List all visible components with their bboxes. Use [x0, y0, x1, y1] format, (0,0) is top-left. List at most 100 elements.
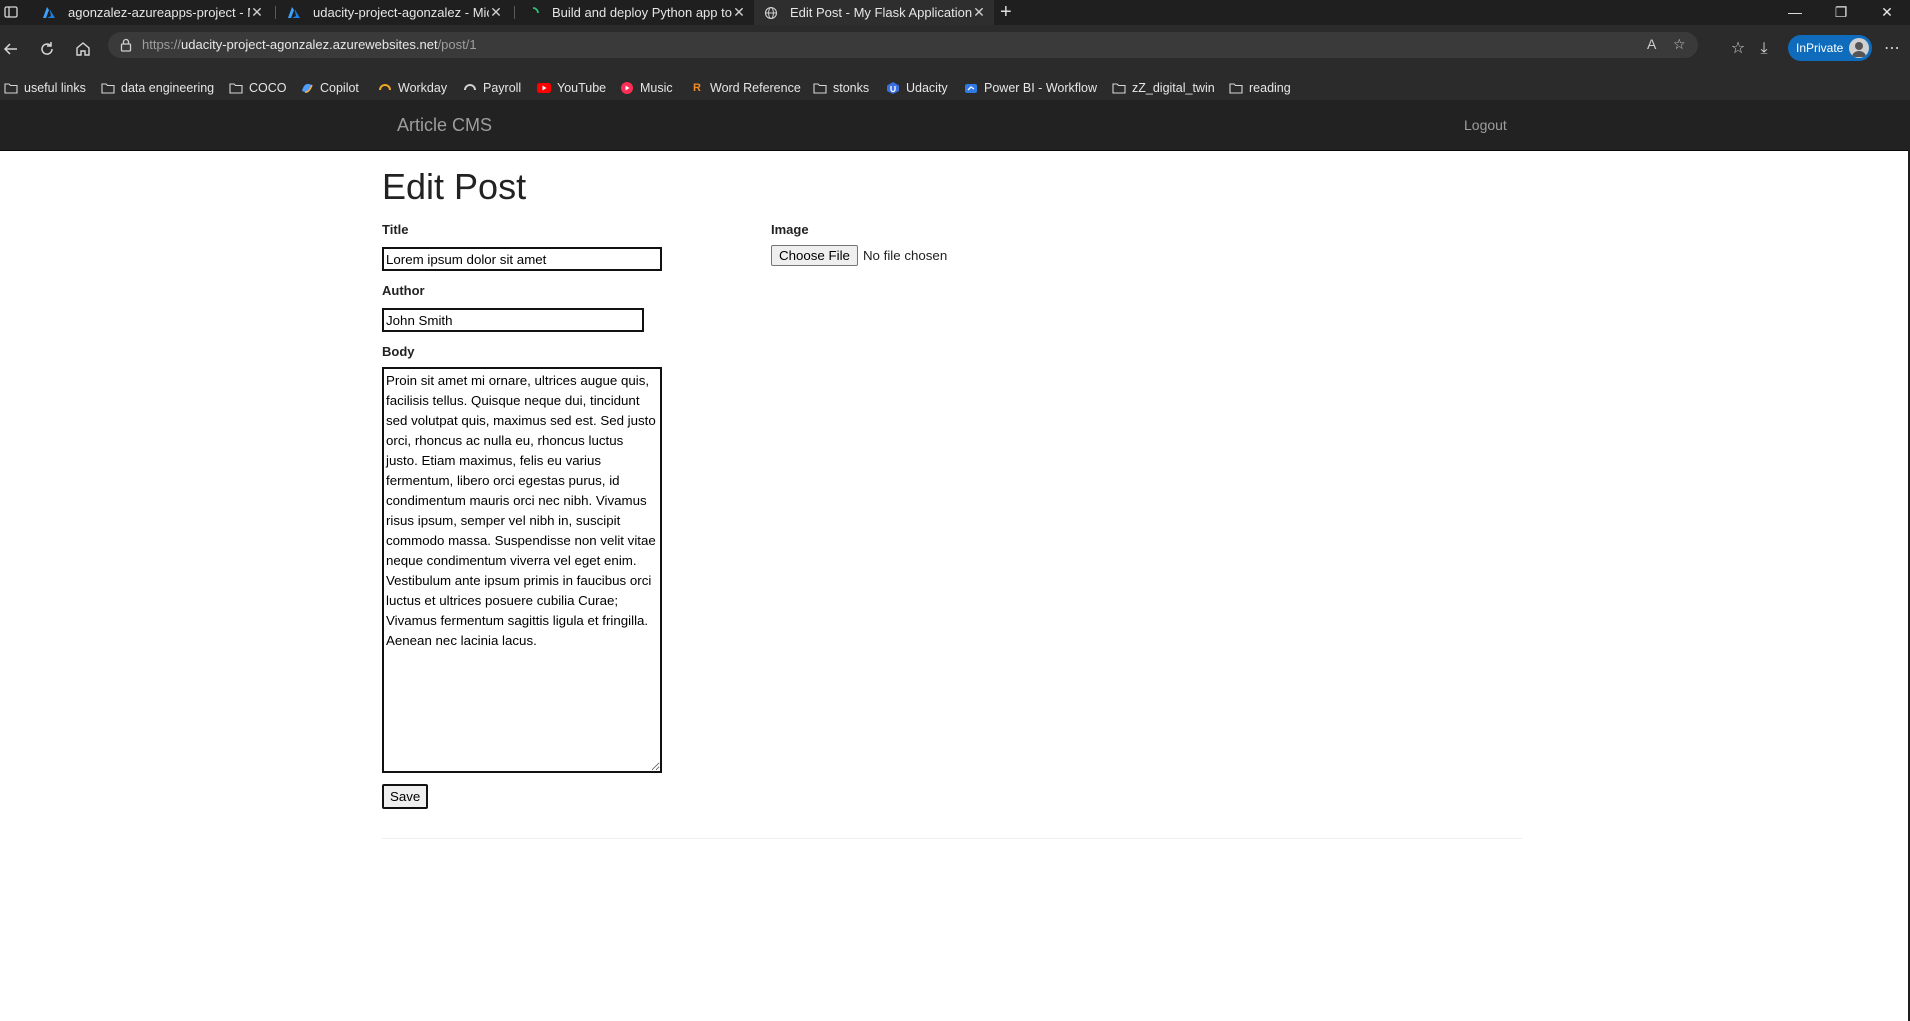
no-file-text: No file chosen — [862, 248, 948, 263]
bookmark-label: YouTube — [557, 80, 607, 95]
bookmark-useful-links[interactable]: useful links — [4, 75, 86, 100]
new-tab-icon[interactable]: + — [1000, 1, 1012, 23]
download-icon[interactable]: ⤓ — [1754, 38, 1774, 60]
more-options-icon[interactable]: ⋯ — [1882, 38, 1902, 60]
copilot-icon — [300, 81, 314, 95]
bookmark-youtube[interactable]: YouTube — [537, 75, 606, 100]
folder-icon — [101, 81, 115, 95]
browser-tab-strip: agonzalez-azureapps-project - M ✕ udacit… — [0, 0, 1910, 25]
workday-icon — [378, 81, 392, 95]
choose-file-button[interactable]: Choose File — [771, 245, 858, 266]
back-icon[interactable] — [0, 38, 22, 60]
browser-tab-active[interactable]: Edit Post - My Flask Application ✕ — [754, 0, 994, 25]
bookmark-label: reading — [1249, 80, 1291, 95]
url-path: /post/1 — [437, 37, 477, 52]
bookmarks-bar: useful links data engineering COCO Copil… — [0, 75, 1910, 100]
bookmark-data-engineering[interactable]: data engineering — [101, 75, 214, 100]
folder-icon — [1112, 81, 1126, 95]
favorite-star-icon[interactable]: ☆ — [1673, 36, 1686, 53]
tab-title: udacity-project-agonzalez - Micro — [313, 5, 489, 20]
close-tab-icon[interactable]: ✕ — [489, 4, 503, 21]
minimize-icon[interactable]: — — [1772, 0, 1818, 25]
refresh-icon[interactable] — [36, 38, 58, 60]
bookmark-label: Copilot — [320, 80, 359, 95]
udacity-icon — [886, 81, 900, 95]
youtube-icon — [537, 81, 551, 95]
brand-link[interactable]: Article CMS — [397, 115, 492, 136]
divider — [382, 838, 1522, 839]
bookmark-label: data engineering — [121, 80, 215, 95]
bookmark-label: Word Reference — [710, 80, 801, 95]
window-close-icon[interactable]: ✕ — [1864, 0, 1910, 25]
loading-icon — [526, 6, 540, 20]
body-textarea[interactable]: Proin sit amet mi ornare, ultrices augue… — [382, 367, 662, 773]
restore-icon[interactable]: ❐ — [1818, 0, 1864, 25]
folder-icon — [1229, 81, 1243, 95]
bookmark-label: COCO — [249, 80, 287, 95]
payroll-icon — [463, 81, 477, 95]
lock-icon[interactable] — [118, 37, 134, 53]
bookmark-reading[interactable]: reading — [1229, 75, 1291, 100]
bookmark-music[interactable]: Music — [620, 75, 673, 100]
folder-icon — [229, 81, 243, 95]
address-toolbar: https://udacity-project-agonzalez.azurew… — [0, 25, 1910, 75]
tab-actions-icon[interactable] — [4, 5, 18, 19]
close-tab-icon[interactable]: ✕ — [732, 4, 746, 21]
url-scheme: https:// — [142, 37, 182, 52]
author-label: Author — [382, 283, 425, 298]
tab-separator — [275, 6, 276, 19]
bookmark-label: Udacity — [906, 80, 948, 95]
body-label: Body — [382, 344, 415, 359]
bookmark-udacity[interactable]: Udacity — [886, 75, 948, 100]
home-icon[interactable] — [72, 38, 94, 60]
inprivate-label: InPrivate — [1796, 41, 1844, 55]
browser-tab[interactable]: udacity-project-agonzalez - Micro ✕ — [277, 0, 511, 25]
url-text: https://udacity-project-agonzalez.azurew… — [142, 37, 477, 52]
music-icon — [620, 81, 634, 95]
bookmark-label: Payroll — [483, 80, 522, 95]
favorites-icon[interactable]: ☆ — [1728, 38, 1748, 60]
address-bar[interactable]: https://udacity-project-agonzalez.azurew… — [108, 32, 1698, 58]
bookmark-label: zZ_digital_twin — [1132, 80, 1215, 95]
page-title: Edit Post — [382, 166, 527, 207]
bookmark-label: stonks — [833, 80, 870, 95]
title-input[interactable] — [382, 247, 662, 271]
read-aloud-icon[interactable]: A — [1647, 36, 1656, 52]
title-label: Title — [382, 222, 409, 237]
image-file-input[interactable]: Choose File No file chosen — [771, 245, 947, 266]
bookmark-payroll[interactable]: Payroll — [463, 75, 521, 100]
logout-link[interactable]: Logout — [1464, 117, 1507, 133]
azure-icon — [42, 6, 56, 20]
folder-icon — [4, 81, 18, 95]
url-host: udacity-project-agonzalez.azurewebsites.… — [181, 37, 438, 52]
bookmark-workday[interactable]: Workday — [378, 75, 447, 100]
inprivate-badge[interactable]: InPrivate — [1788, 35, 1872, 61]
profile-avatar — [1849, 38, 1869, 58]
bookmark-label: useful links — [24, 80, 86, 95]
wordreference-icon: R — [693, 81, 701, 94]
save-button[interactable]: Save — [382, 784, 429, 809]
bookmark-zz-digital-twin[interactable]: zZ_digital_twin — [1112, 75, 1215, 100]
folder-icon — [813, 81, 827, 95]
bookmark-copilot[interactable]: Copilot — [300, 75, 359, 100]
bookmark-label: Power BI - Workflow — [984, 80, 1097, 95]
bookmark-stonks[interactable]: stonks — [813, 75, 869, 100]
browser-tab[interactable]: agonzalez-azureapps-project - M ✕ — [32, 0, 272, 25]
author-input[interactable] — [382, 308, 644, 332]
bookmark-power-bi-workflow[interactable]: Power BI - Workflow — [964, 75, 1097, 100]
tab-separator — [514, 6, 515, 19]
bookmark-label: Music — [640, 80, 673, 95]
azure-icon — [287, 6, 301, 20]
bookmark-coco[interactable]: COCO — [229, 75, 287, 100]
tab-title: agonzalez-azureapps-project - M — [68, 5, 250, 20]
close-tab-icon[interactable]: ✕ — [972, 4, 986, 21]
powerbi-icon — [964, 81, 978, 95]
tab-title: Build and deploy Python app to A — [552, 5, 732, 20]
bookmark-label: Workday — [398, 80, 448, 95]
browser-tab[interactable]: Build and deploy Python app to A ✕ — [516, 0, 754, 25]
close-tab-icon[interactable]: ✕ — [250, 4, 264, 21]
tab-title: Edit Post - My Flask Application — [790, 5, 972, 20]
bookmark-word-reference[interactable]: R Word Reference — [690, 75, 801, 100]
globe-icon — [764, 6, 778, 20]
app-navbar: Article CMS Logout — [0, 100, 1910, 151]
